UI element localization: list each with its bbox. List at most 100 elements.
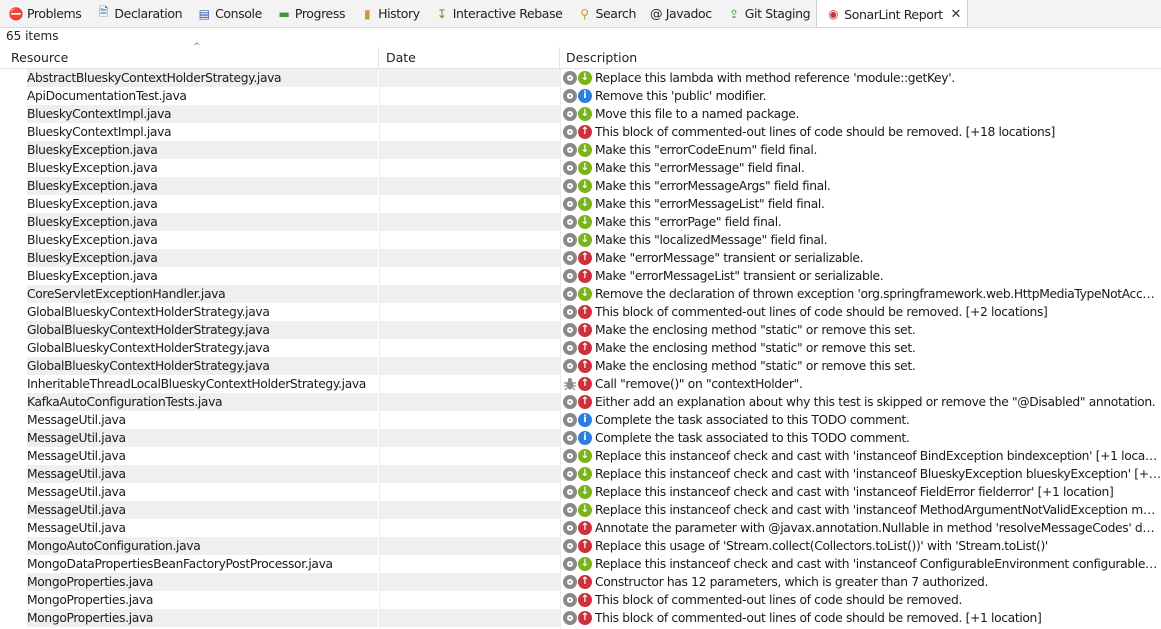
table-row[interactable]: BlueskyException.java ↓ Make this "localiz…	[0, 231, 1161, 249]
resource-cell: MongoDataPropertiesBeanFactoryPostProces…	[27, 557, 333, 571]
description-cell: ↑ This block of commented-out lines of co…	[563, 123, 1161, 141]
tab-javadoc[interactable]: @ Javadoc	[642, 0, 718, 27]
date-cell	[380, 411, 560, 429]
table-row[interactable]: MongoProperties.java ↑ Constructor has 12 …	[0, 573, 1161, 591]
table-row[interactable]: MessageUtil.java ↓ Replace this instanceof…	[0, 501, 1161, 519]
table-row[interactable]: GlobalBlueskyContextHolderStrategy.java ↑…	[0, 303, 1161, 321]
severity-major-icon: ↑	[578, 341, 592, 355]
issue-description: This block of commented-out lines of cod…	[595, 305, 1048, 319]
table-row[interactable]: MongoDataPropertiesBeanFactoryPostProces…	[0, 555, 1161, 573]
table-row[interactable]: BlueskyException.java ↓ Make this "errorMe…	[0, 159, 1161, 177]
code-smell-icon	[563, 251, 577, 265]
resource-cell: MessageUtil.java	[27, 449, 126, 463]
date-cell	[380, 321, 560, 339]
tab-label: Progress	[294, 6, 346, 21]
table-row[interactable]: GlobalBlueskyContextHolderStrategy.java ↑…	[0, 321, 1161, 339]
issue-description: Constructor has 12 parameters, which is …	[595, 575, 989, 589]
tab-problems[interactable]: ⛔ Problems	[0, 0, 87, 27]
table-row[interactable]: BlueskyContextImpl.java ↑ This block of co…	[0, 123, 1161, 141]
severity-minor-icon: ↓	[578, 467, 592, 481]
table-row[interactable]: BlueskyException.java ↓ Make this "errorMe…	[0, 195, 1161, 213]
table-row[interactable]: KafkaAutoConfigurationTests.java ↑ Either …	[0, 393, 1161, 411]
severity-minor-icon: ↓	[578, 233, 592, 247]
description-cell: ↑ This block of commented-out lines of co…	[563, 591, 1161, 609]
table-row[interactable]: BlueskyException.java ↓ Make this "errorCo…	[0, 141, 1161, 159]
severity-minor-icon: ↓	[578, 449, 592, 463]
resource-cell: BlueskyException.java	[27, 269, 158, 283]
severity-minor-icon: ↓	[578, 161, 592, 175]
severity-info-icon: i	[578, 413, 592, 427]
table-row[interactable]: MessageUtil.java ↓ Replace this instanceof…	[0, 447, 1161, 465]
close-icon[interactable]: ✕	[949, 7, 963, 22]
resource-cell: BlueskyException.java	[27, 249, 378, 267]
severity-minor-icon: ↓	[578, 71, 592, 85]
resource-cell: MessageUtil.java	[27, 465, 378, 483]
issue-description: Replace this instanceof check and cast w…	[595, 467, 1161, 481]
table-row[interactable]: GlobalBlueskyContextHolderStrategy.java ↑…	[0, 357, 1161, 375]
description-cell: ↓ Make this "localizedMessage" field fina…	[563, 231, 1161, 249]
description-cell: ↓ Replace this instanceof check and cast …	[563, 465, 1161, 483]
table-row[interactable]: MessageUtil.java i Complete the task assoc…	[0, 411, 1161, 429]
tab-progress[interactable]: ▬ Progress	[268, 0, 351, 27]
table-row[interactable]: MongoProperties.java ↑ This block of comme…	[0, 609, 1161, 627]
table-row[interactable]: GlobalBlueskyContextHolderStrategy.java ↑…	[0, 339, 1161, 357]
issue-description: Complete the task associated to this TOD…	[595, 431, 910, 445]
history-icon: ▮	[363, 6, 371, 21]
issue-description: Complete the task associated to this TOD…	[595, 413, 910, 427]
table-row[interactable]: MongoProperties.java ↑ This block of comme…	[0, 591, 1161, 609]
tab-console[interactable]: ▤ Console	[188, 0, 268, 27]
tab-label: Declaration	[114, 6, 183, 21]
column-header-resource[interactable]: Resource ^	[5, 42, 379, 69]
issue-description: Make this "errorPage" field final.	[595, 215, 782, 229]
date-cell	[380, 285, 560, 303]
code-smell-icon	[563, 143, 577, 157]
date-cell	[380, 213, 560, 231]
table-row[interactable]: MessageUtil.java ↓ Replace this instanceof…	[0, 483, 1161, 501]
table-row[interactable]: AbstractBlueskyContextHolderStrategy.jav…	[0, 69, 1161, 87]
code-smell-icon	[563, 521, 577, 535]
date-cell	[380, 249, 560, 267]
resource-cell: BlueskyException.java	[27, 161, 158, 175]
tab-declaration[interactable]: 🗎 Declaration	[87, 0, 188, 27]
tab-search[interactable]: ⚲ Search	[568, 0, 642, 27]
table-row[interactable]: MessageUtil.java ↑ Annotate the parameter …	[0, 519, 1161, 537]
tab-history[interactable]: ▮ History	[351, 0, 426, 27]
severity-major-icon: ↑	[578, 611, 592, 625]
date-cell	[380, 141, 560, 159]
table-row[interactable]: CoreServletExceptionHandler.java ↓ Remove …	[0, 285, 1161, 303]
tab-label: @ Javadoc	[650, 6, 712, 21]
table-row[interactable]: MongoAutoConfiguration.java ↑ Replace this…	[0, 537, 1161, 555]
description-cell: ↓ Remove the declaration of thrown except…	[563, 285, 1161, 303]
column-header-description[interactable]: Description	[560, 47, 1160, 69]
table-row[interactable]: BlueskyContextImpl.java ↓ Move this file t…	[0, 105, 1161, 123]
tab-rebase[interactable]: ↧ Interactive Rebase	[426, 0, 569, 27]
table-row[interactable]: BlueskyException.java ↓ Make this "errorPa…	[0, 213, 1161, 231]
table-row[interactable]: BlueskyException.java ↓ Make this "errorMe…	[0, 177, 1161, 195]
resource-cell: MongoProperties.java	[27, 593, 154, 607]
table-row[interactable]: BlueskyException.java ↑ Make "errorMessage…	[0, 249, 1161, 267]
date-cell	[380, 87, 560, 105]
description-cell: ↑ This block of commented-out lines of co…	[563, 609, 1161, 627]
issue-description: Replace this instanceof check and cast w…	[595, 449, 1161, 463]
table-row[interactable]: InheritableThreadLocalBlueskyContextHold…	[0, 375, 1161, 393]
resource-cell: KafkaAutoConfigurationTests.java	[27, 393, 378, 411]
description-cell: ↓ Make this "errorMessage" field final.	[563, 159, 1161, 177]
table-row[interactable]: MessageUtil.java ↓ Replace this instanceof…	[0, 465, 1161, 483]
severity-minor-icon: ↓	[578, 179, 592, 193]
table-row[interactable]: BlueskyException.java ↑ Make "errorMessage…	[0, 267, 1161, 285]
description-cell: ↑ Make the enclosing method "static" or r…	[563, 339, 1161, 357]
table-row[interactable]: MessageUtil.java i Complete the task assoc…	[0, 429, 1161, 447]
tab-sonarlint[interactable]: ◉ SonarLint Report ✕	[816, 0, 968, 27]
date-cell	[380, 159, 560, 177]
date-cell	[380, 123, 560, 141]
severity-major-icon: ↑	[578, 539, 592, 553]
description-cell: i Remove this 'public' modifier.	[563, 87, 1161, 105]
tab-git-staging[interactable]: ⇪ Git Staging	[718, 0, 816, 27]
severity-minor-icon: ↓	[578, 557, 592, 571]
issue-description: This block of commented-out lines of cod…	[595, 125, 1055, 139]
tab-label: Git Staging	[744, 6, 811, 21]
table-row[interactable]: ApiDocumentationTest.java i Remove this 'p…	[0, 87, 1161, 105]
column-header-date[interactable]: Date	[380, 47, 560, 69]
code-smell-icon	[563, 197, 577, 211]
tab-label: History	[378, 6, 420, 21]
